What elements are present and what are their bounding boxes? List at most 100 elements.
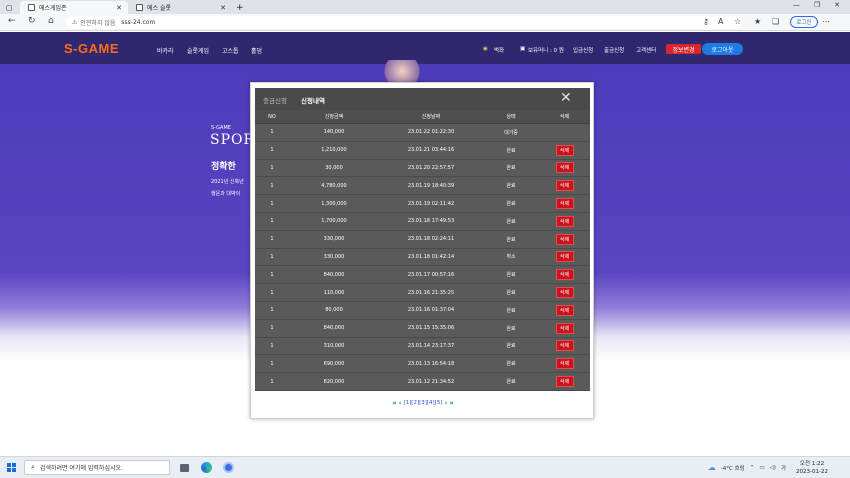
table-row: 1 840,000 23.01.15 15:35:06 완료 삭제 — [255, 320, 590, 338]
more-icon[interactable]: ⋯ — [822, 17, 830, 26]
delete-button[interactable]: 삭제 — [555, 198, 574, 210]
tab-actions-icon[interactable]: ▢ — [2, 1, 13, 14]
page-icon — [28, 4, 35, 11]
clock-date: 2023-01-22 — [796, 469, 828, 475]
delete-button[interactable]: 삭제 — [555, 358, 574, 370]
key-icon[interactable]: ⚷ — [703, 17, 709, 26]
nav-gostop[interactable]: 고스톱 — [222, 46, 239, 55]
nav-baccarat[interactable]: 바카라 — [157, 46, 174, 55]
deposit-link[interactable]: 입금신청 — [573, 46, 593, 54]
delete-button[interactable]: 삭제 — [555, 287, 574, 299]
history-table: NO 신청금액 신청날짜 상태 삭제 1 140,000 23.01.22 01:2… — [255, 110, 590, 391]
delete-button[interactable]: 삭제 — [555, 251, 574, 263]
deposit-history-modal: 충금신청 신청내역 ✕ NO 신청금액 신청날짜 상태 삭제 1 140,000 2… — [250, 82, 594, 419]
close-icon[interactable]: ✕ — [116, 4, 122, 12]
url-input[interactable]: ⚠ 안전하지 않음 sss-24.com — [66, 16, 742, 29]
table-row: 1 820,000 23.01.12 21:34:52 완료 삭제 — [255, 373, 590, 391]
network-icon[interactable]: ▭ — [759, 465, 764, 471]
home-icon[interactable]: ⌂ — [48, 16, 54, 26]
delete-button[interactable]: 삭제 — [555, 269, 574, 281]
windows-start-icon[interactable] — [7, 463, 16, 472]
page-icon — [136, 4, 143, 11]
language-icon[interactable]: 가 — [781, 464, 786, 472]
support-link[interactable]: 고객센터 — [636, 46, 656, 54]
row-date: 23.01.21 03:44:16 — [407, 147, 455, 154]
delete-button[interactable]: 삭제 — [555, 233, 574, 245]
chevron-up-icon[interactable]: ⌃ — [750, 465, 755, 471]
favorites-icon[interactable]: ★ — [754, 17, 761, 26]
delete-button[interactable]: 삭제 — [555, 180, 574, 192]
modal-header: 충금신청 신청내역 ✕ — [255, 88, 590, 110]
prev-page-icon[interactable]: ‹ — [399, 399, 402, 407]
page-number-link[interactable]: [2] — [411, 400, 419, 406]
info-change-button[interactable]: 정보변경 — [666, 44, 701, 54]
row-status: 완료 — [506, 325, 516, 332]
logout-button[interactable]: 로그아웃 — [702, 43, 743, 55]
delete-button[interactable]: 삭제 — [555, 304, 574, 316]
back-icon[interactable]: ← — [8, 16, 16, 26]
nav-slot[interactable]: 슬롯게임 — [187, 46, 209, 55]
row-date: 23.01.22 01:22:30 — [407, 129, 455, 136]
delete-button[interactable]: 삭제 — [555, 376, 574, 388]
row-date: 23.01.13 16:54:18 — [407, 360, 455, 367]
close-icon[interactable]: ✕ — [220, 4, 226, 12]
row-status: 완료 — [506, 218, 516, 225]
row-amount: 80,000 — [325, 307, 343, 314]
edge-browser-icon[interactable] — [201, 462, 212, 473]
volume-icon[interactable]: ◁) — [770, 465, 776, 471]
withdraw-link[interactable]: 출금신청 — [604, 46, 624, 54]
row-no: 1 — [270, 307, 274, 314]
page-number-link[interactable]: [3] — [419, 400, 427, 406]
last-page-icon[interactable]: » — [449, 399, 454, 407]
browser-tab[interactable]: 에스 슬롯 ✕ — [128, 1, 232, 14]
pagination: « ‹ [1] [2] [3] [4] [5] › » — [251, 399, 595, 407]
first-page-icon[interactable]: « — [392, 399, 397, 407]
row-amount: 4,780,000 — [321, 182, 347, 189]
task-view-icon[interactable] — [180, 464, 189, 472]
close-window-icon[interactable]: ✕ — [834, 1, 840, 9]
delete-button[interactable]: 삭제 — [555, 322, 574, 334]
profile-login-button[interactable]: 로그인 — [790, 16, 818, 28]
row-amount: 310,000 — [323, 342, 345, 349]
row-no: 1 — [270, 182, 274, 189]
row-no: 1 — [270, 218, 274, 225]
page-number-link[interactable]: [1] — [404, 400, 412, 406]
new-tab-icon[interactable]: + — [234, 1, 246, 14]
row-date: 23.01.19 02:11:42 — [407, 200, 455, 207]
row-status: 완료 — [506, 147, 516, 154]
page-number-link[interactable]: [4] — [427, 400, 435, 406]
refresh-icon[interactable]: ↻ — [28, 16, 36, 26]
row-delete-cell: 삭제 — [539, 373, 590, 390]
minimize-icon[interactable]: — — [793, 1, 800, 9]
site-logo[interactable]: S-GAME — [64, 41, 119, 56]
tab-deposit-request[interactable]: 충금신청 — [263, 95, 287, 105]
browser-tab-active[interactable]: 에스게임존 ✕ — [20, 1, 128, 14]
page-number-link[interactable]: [5] — [435, 400, 443, 406]
taskbar-search-input[interactable]: ⌕ 검색하려면 여기에 입력하십시오. — [24, 460, 170, 475]
table-row: 1 840,000 23.01.17 00:57:16 완료 삭제 — [255, 266, 590, 285]
row-delete-cell: 삭제 — [539, 142, 590, 159]
delete-button[interactable]: 삭제 — [555, 162, 574, 174]
read-aloud-icon[interactable]: A — [718, 17, 723, 26]
column-header-amount: 신청금액 — [324, 114, 344, 120]
row-delete-cell: 삭제 — [539, 160, 590, 177]
tab-request-history[interactable]: 신청내역 — [301, 95, 325, 105]
row-no: 1 — [270, 236, 274, 243]
favorite-star-icon[interactable]: ☆ — [734, 17, 741, 26]
close-icon[interactable]: ✕ — [560, 90, 572, 106]
taskbar-clock[interactable]: 오전 1:22 2023-01-22 — [796, 460, 828, 476]
delete-button[interactable]: 삭제 — [555, 144, 574, 156]
balance-label: 보유머니 : 0 원 — [528, 48, 564, 54]
column-header-delete: 삭제 — [559, 114, 570, 120]
nav-holdem[interactable]: 홀덤 — [251, 46, 262, 55]
delete-button[interactable]: 삭제 — [555, 215, 574, 227]
system-tray: ☁ -4°C 흐림 ⌃ ▭ ◁) 가 — [708, 463, 786, 472]
table-row: 1 330,000 23.01.18 01:42:14 취소 삭제 — [255, 249, 590, 267]
collections-icon[interactable]: ❏ — [772, 17, 779, 26]
delete-button[interactable]: 삭제 — [555, 340, 574, 352]
row-no: 1 — [270, 289, 274, 296]
app-icon[interactable] — [223, 462, 234, 473]
next-page-icon[interactable]: › — [444, 399, 447, 407]
maximize-icon[interactable]: ❐ — [814, 1, 820, 9]
table-row: 1 1,300,000 23.01.19 02:11:42 완료 삭제 — [255, 195, 590, 213]
